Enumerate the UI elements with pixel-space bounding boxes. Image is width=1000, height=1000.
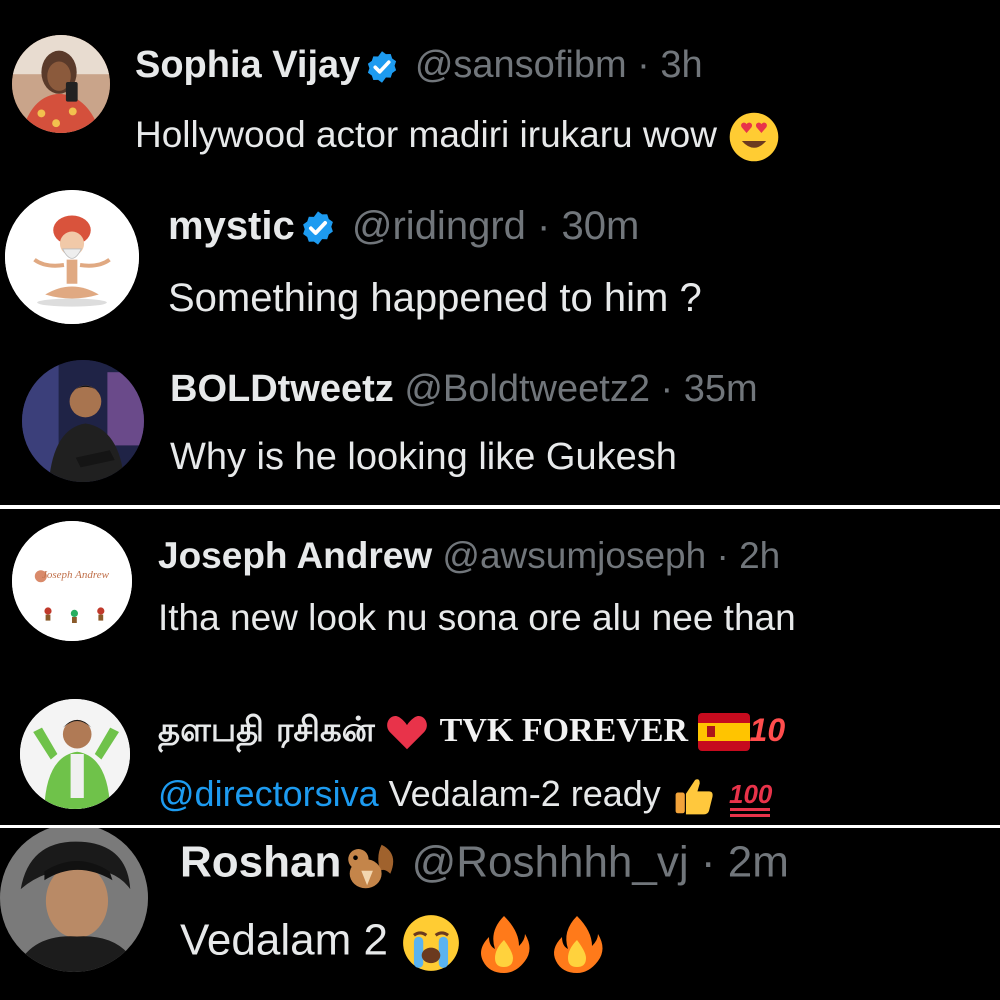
reply-item[interactable]: தளபதி ரசிகன் TVK FOREVER 10 @directorsiv… bbox=[0, 679, 1000, 825]
reply-header: mystic @ridingrd · 30m bbox=[168, 204, 639, 249]
timestamp[interactable]: 30m bbox=[561, 204, 639, 248]
separator-dot: · bbox=[637, 44, 650, 86]
separator-dot: · bbox=[537, 204, 551, 248]
svg-text:100: 100 bbox=[729, 779, 773, 809]
avatar[interactable] bbox=[20, 699, 130, 809]
avatar[interactable] bbox=[12, 35, 110, 133]
fire-emoji-icon bbox=[547, 912, 607, 974]
reply-panel-bottom: Roshan @Roshhhh_vj · 2m Vedalam 2 bbox=[0, 828, 1000, 1000]
reply-item[interactable]: Sophia Vijay @sansofibm · 3h Hollywood a… bbox=[0, 0, 1000, 170]
chipmunk-emoji-icon bbox=[341, 836, 399, 894]
reply-header: தளபதி ரசிகன் TVK FOREVER 10 bbox=[158, 709, 785, 755]
reply-header: BOLDtweetz @Boldtweetz2 · 35m bbox=[170, 368, 758, 411]
reply-text: Itha new look nu sona ore alu nee than bbox=[158, 597, 796, 638]
screenshot-collage: Sophia Vijay @sansofibm · 3h Hollywood a… bbox=[0, 0, 1000, 1000]
reply-text-line: Why is he looking like Gukesh bbox=[170, 436, 677, 479]
timestamp[interactable]: 2m bbox=[728, 838, 789, 887]
mention-link[interactable]: @directorsiva bbox=[158, 773, 379, 814]
reply-text-line: @directorsiva Vedalam-2 ready 100 bbox=[158, 773, 777, 819]
reply-header: Sophia Vijay @sansofibm · 3h bbox=[135, 44, 703, 87]
reply-text: Hollywood actor madiri irukaru wow bbox=[135, 113, 717, 155]
reply-text-line: Itha new look nu sona ore alu nee than bbox=[158, 597, 796, 639]
reply-panel-middle: Joseph Andrew Joseph Andrew @awsumjoseph… bbox=[0, 509, 1000, 825]
reply-text: Vedalam-2 ready bbox=[388, 773, 661, 814]
avatar[interactable] bbox=[22, 360, 144, 482]
separator-dot: · bbox=[660, 368, 674, 410]
reply-item[interactable]: mystic @ridingrd · 30m Something happene… bbox=[0, 170, 1000, 335]
reply-item[interactable]: Roshan @Roshhhh_vj · 2m Vedalam 2 bbox=[0, 828, 1000, 1000]
verified-badge-icon bbox=[364, 49, 400, 85]
reply-item[interactable]: BOLDtweetz @Boldtweetz2 · 35m Why is he … bbox=[0, 340, 1000, 500]
reply-text-line: Vedalam 2 bbox=[180, 912, 607, 974]
reply-header: Joseph Andrew @awsumjoseph · 2h bbox=[158, 535, 780, 577]
reply-text: Something happened to him ? bbox=[168, 276, 702, 320]
separator-dot: · bbox=[700, 837, 716, 887]
user-handle[interactable]: @ridingrd bbox=[352, 204, 526, 248]
red-heart-emoji-icon bbox=[384, 709, 430, 755]
reply-header: Roshan @Roshhhh_vj · 2m bbox=[180, 836, 789, 894]
reply-panel-top: Sophia Vijay @sansofibm · 3h Hollywood a… bbox=[0, 0, 1000, 505]
display-name[interactable]: Sophia Vijay bbox=[135, 44, 360, 86]
heart-eyes-emoji-icon bbox=[727, 110, 781, 164]
display-name[interactable]: Joseph Andrew bbox=[158, 535, 432, 576]
display-name[interactable]: தளபதி ரசிகன் bbox=[158, 710, 375, 750]
thumbs-up-emoji-icon bbox=[671, 773, 717, 819]
avatar[interactable] bbox=[5, 190, 139, 324]
name-suffix: TVK FOREVER bbox=[439, 711, 689, 749]
user-handle[interactable]: @Boldtweetz2 bbox=[404, 368, 650, 410]
user-handle[interactable]: @Roshhhh_vj bbox=[412, 838, 689, 887]
separator-dot: · bbox=[716, 535, 729, 576]
reply-text-line: Hollywood actor madiri irukaru wow bbox=[135, 110, 781, 164]
timestamp[interactable]: 2h bbox=[739, 535, 780, 576]
reply-text: Why is he looking like Gukesh bbox=[170, 436, 677, 478]
user-handle[interactable]: @sansofibm bbox=[415, 44, 627, 86]
timestamp[interactable]: 35m bbox=[684, 368, 758, 410]
verified-badge-icon bbox=[299, 209, 337, 247]
spain-flag-emoji-icon bbox=[697, 713, 750, 751]
fire-emoji-icon bbox=[474, 912, 534, 974]
hundred-points-emoji-icon: 100 bbox=[727, 773, 777, 819]
reply-text-line: Something happened to him ? bbox=[168, 276, 702, 321]
display-name[interactable]: BOLDtweetz bbox=[170, 368, 394, 410]
timestamp[interactable]: 3h bbox=[660, 44, 702, 86]
display-name[interactable]: mystic bbox=[168, 204, 295, 248]
reply-text: Vedalam 2 bbox=[180, 915, 388, 965]
display-name[interactable]: Roshan bbox=[180, 838, 341, 887]
user-handle[interactable]: @awsumjoseph bbox=[442, 535, 706, 576]
avatar[interactable]: Joseph Andrew bbox=[12, 521, 132, 641]
avatar-logo-text: Joseph Andrew bbox=[42, 569, 109, 581]
loudly-crying-emoji-icon bbox=[400, 912, 462, 974]
avatar[interactable] bbox=[0, 828, 148, 972]
hundred-points-emoji-partial: 10 bbox=[749, 711, 786, 748]
reply-item[interactable]: Joseph Andrew Joseph Andrew @awsumjoseph… bbox=[0, 509, 1000, 669]
